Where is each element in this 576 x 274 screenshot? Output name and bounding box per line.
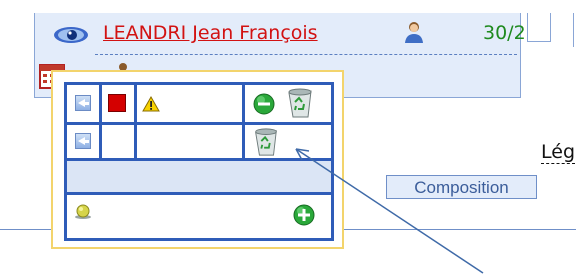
grid-cell	[102, 85, 134, 122]
recycle-bin-icon[interactable]	[249, 127, 283, 161]
grid-cell	[245, 85, 331, 122]
grid-row-empty	[67, 161, 331, 192]
yellow-pin-icon	[73, 204, 93, 224]
grid-cell	[137, 85, 242, 122]
divider	[573, 13, 574, 47]
plus-circle-icon[interactable]	[293, 204, 315, 230]
actions-grid	[64, 82, 334, 241]
grid-cell	[137, 125, 242, 158]
composition-button[interactable]: Composition	[386, 175, 537, 199]
person-icon	[403, 21, 425, 47]
row-divider	[95, 54, 517, 55]
arrow-left-icon[interactable]	[75, 95, 91, 111]
actions-popup	[51, 70, 344, 249]
grid-cell	[67, 125, 99, 158]
side-panel-box	[527, 13, 551, 42]
patient-name-link[interactable]: LEANDRI Jean François	[103, 22, 318, 44]
grid-cell	[67, 85, 99, 122]
warning-icon	[142, 95, 160, 116]
grid-cell	[245, 125, 331, 158]
recycle-bin-icon[interactable]	[283, 87, 317, 123]
arrow-left-icon[interactable]	[75, 133, 91, 149]
legend-label[interactable]: Lég	[541, 141, 576, 164]
grid-cell	[102, 125, 134, 158]
grid-cell	[67, 195, 331, 238]
red-square-icon[interactable]	[108, 94, 126, 112]
eye-icon[interactable]	[53, 25, 89, 49]
bed-number: 30/2	[483, 22, 526, 44]
minus-circle-icon[interactable]	[253, 93, 275, 119]
